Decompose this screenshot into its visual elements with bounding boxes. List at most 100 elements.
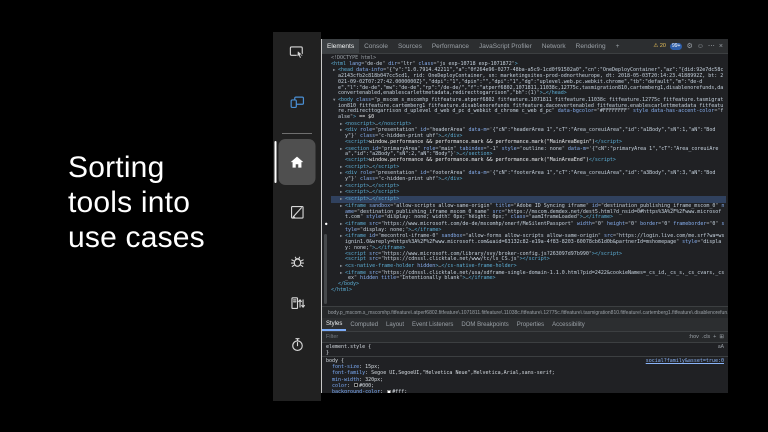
code-segment: <script> [345, 163, 370, 170]
pseudo-state-toggle[interactable]: :hov [689, 334, 699, 340]
code-segment: display: none; width: 0px; height: 0px; [387, 214, 505, 221]
sort-button[interactable] [281, 288, 313, 318]
devices-button[interactable] [281, 86, 313, 116]
code-segment: <script> [345, 189, 370, 196]
stylesheet-source-link[interactable]: social?family&asset=true:0 [646, 358, 724, 364]
timer-button[interactable] [281, 329, 313, 359]
styles-filter-controls: :hov .cls + ⊞ [689, 334, 724, 340]
dom-tree-line[interactable]: ▶ <script>…</script> [331, 196, 726, 203]
dom-tree-line[interactable]: ▶ <head data-info="{"v":"1.0.7914.42211",… [331, 67, 726, 97]
styles-tab-layout[interactable]: Layout [382, 318, 408, 331]
color-swatch[interactable] [354, 383, 359, 388]
css-property-value: 320px; [365, 376, 384, 383]
design-ruler-icon [290, 205, 304, 219]
dom-tree-line[interactable]: ▶ <noscript>…</noscript> [331, 121, 726, 128]
code-segment: <noscript> [345, 120, 376, 127]
new-style-rule-button[interactable]: + [713, 334, 716, 340]
grid-toggle-icon[interactable]: ⊞ [719, 334, 724, 340]
code-segment: window.performance && performance.mark &… [369, 138, 595, 145]
devtools-tab-performance[interactable]: Performance [427, 39, 474, 53]
css-property-name: background-color [332, 389, 381, 393]
styles-tab-accessibility[interactable]: Accessibility [548, 318, 589, 331]
dom-tree-line[interactable]: ▶ <script>…</script> [331, 164, 726, 171]
devtools-tab-javascript-profiler[interactable]: JavaScript Profiler [474, 39, 537, 53]
element-style-open[interactable]: element.style { [326, 344, 371, 350]
dom-tree-line[interactable]: ● ▶ <iframe src="https://www.microsoft.com… [325, 220, 726, 233]
styles-tab-computed[interactable]: Computed [346, 318, 382, 331]
slide-title-line-1: Sorting [68, 151, 165, 184]
timer-icon [291, 337, 303, 351]
code-segment: height [603, 220, 626, 227]
code-segment: </noscript> [378, 120, 412, 127]
code-segment: style [363, 214, 382, 221]
home-icon [290, 156, 304, 168]
code-segment: style data-has-accent-color [630, 108, 715, 115]
dom-tree-line[interactable]: ▶ <div role="presentation" id="footerArea… [331, 170, 726, 182]
devtools-tab-elements[interactable]: Elements [322, 39, 360, 53]
dom-tree-line[interactable]: ▼ <body class="p_mscom s_mscomhp fitfeatu… [331, 97, 726, 121]
warnings-badge[interactable]: ⚠ 20 [653, 43, 666, 49]
code-segment: data-m [465, 127, 487, 134]
feedback-icon[interactable]: ☺ [697, 43, 704, 50]
styles-tab-styles[interactable]: Styles [322, 318, 347, 331]
code-segment: display: none; [363, 226, 406, 233]
devtools-tab-new[interactable]: + [611, 39, 625, 53]
presentation-slide: Sorting tools into use cases Elements Co… [0, 0, 768, 432]
styles-tab-event-listeners[interactable]: Event Listeners [408, 318, 457, 331]
screen-share-button[interactable] [281, 37, 313, 67]
code-segment: </script> [372, 189, 400, 196]
styles-filter-input[interactable]: Filter [326, 334, 338, 340]
debug-button[interactable] [281, 246, 313, 276]
devtools-panel: Elements Console Sources Performance JavaScr… [321, 39, 728, 393]
slide-title-line-2: tools into [68, 186, 191, 219]
devtools-tab-network[interactable]: Network [537, 39, 571, 53]
devtools-tab-rendering[interactable]: Rendering [571, 39, 611, 53]
styles-tab-properties[interactable]: Properties [513, 318, 548, 331]
settings-gear-icon[interactable]: ⚙ [686, 43, 692, 50]
code-segment: <script> [345, 196, 370, 203]
dom-tree-line[interactable]: ▶ <iframe src="https://cdnssl.clicktale.n… [331, 270, 726, 282]
devtools-tab-sources[interactable]: Sources [393, 39, 427, 53]
code-segment: aamIframeLoaded [531, 214, 577, 221]
code-segment: > [514, 60, 518, 67]
styles-tab-dom-breakpoints[interactable]: DOM Breakpoints [457, 318, 512, 331]
code-segment: </script> [588, 156, 616, 163]
class-toggle[interactable]: .cls [702, 334, 710, 340]
dom-tree: <!DOCTYPE html> <html lang="de-de" dir="l… [322, 54, 728, 306]
dom-tree-line[interactable]: </html> [331, 287, 726, 294]
css-property-name: color [332, 382, 348, 389]
devices-icon [290, 96, 304, 108]
scrollbar-thumb[interactable] [324, 234, 327, 304]
code-segment: de-de [367, 60, 383, 67]
sort-icon [290, 296, 305, 309]
font-editor-icon[interactable]: aA [718, 344, 724, 350]
devtools-tab-console[interactable]: Console [359, 39, 393, 53]
dom-tree-line[interactable]: ▶ <cs-native-frame-holder hidden>…</cs-na… [331, 263, 726, 270]
code-segment: https://cdnssl.clicktale.net/www/tc/ls_C… [384, 256, 517, 263]
code-segment: src [366, 256, 379, 263]
dom-tree-line[interactable]: ▶ <iframe id="mecontrol-iframe-0" sandbox… [331, 233, 726, 251]
dom-tree-line[interactable]: ▶ <script>…</script> [331, 183, 726, 190]
element-style-section: element.style { aA } [322, 343, 728, 357]
code-segment: #FFFFFFFF [599, 108, 628, 115]
color-swatch[interactable] [387, 389, 392, 393]
code-segment: </script> [372, 196, 400, 203]
design-tools-button[interactable] [281, 197, 313, 227]
breadcrumb[interactable]: body.p_mscom.s_mscomhp.fitfeature\.atper… [322, 306, 728, 318]
close-icon[interactable]: × [719, 43, 723, 50]
css-property-background-color[interactable]: background-color: #fff; [326, 389, 724, 393]
code-segment: class [415, 60, 434, 67]
bug-icon [290, 256, 304, 267]
dom-tree-line[interactable]: ▶ <iframe sandbox="allow-scripts allow-sa… [331, 203, 726, 221]
dom-tree-line[interactable]: ▶ <script>…</script> [331, 189, 726, 196]
code-segment: Intentionally blank [402, 275, 460, 282]
home-button[interactable] [274, 139, 316, 185]
active-item-indicator [274, 141, 277, 183]
code-segment: </script> [594, 138, 622, 145]
styles-tabbar: Styles Computed Layout Event Listeners DOM B… [322, 318, 728, 332]
code-segment: </script> [372, 182, 400, 189]
code-segment: ></script> [591, 250, 622, 257]
more-options-icon[interactable]: ⋯ [708, 43, 715, 50]
issues-badge[interactable]: 99+ [669, 42, 683, 50]
line-marker-dot: ● [325, 220, 328, 226]
